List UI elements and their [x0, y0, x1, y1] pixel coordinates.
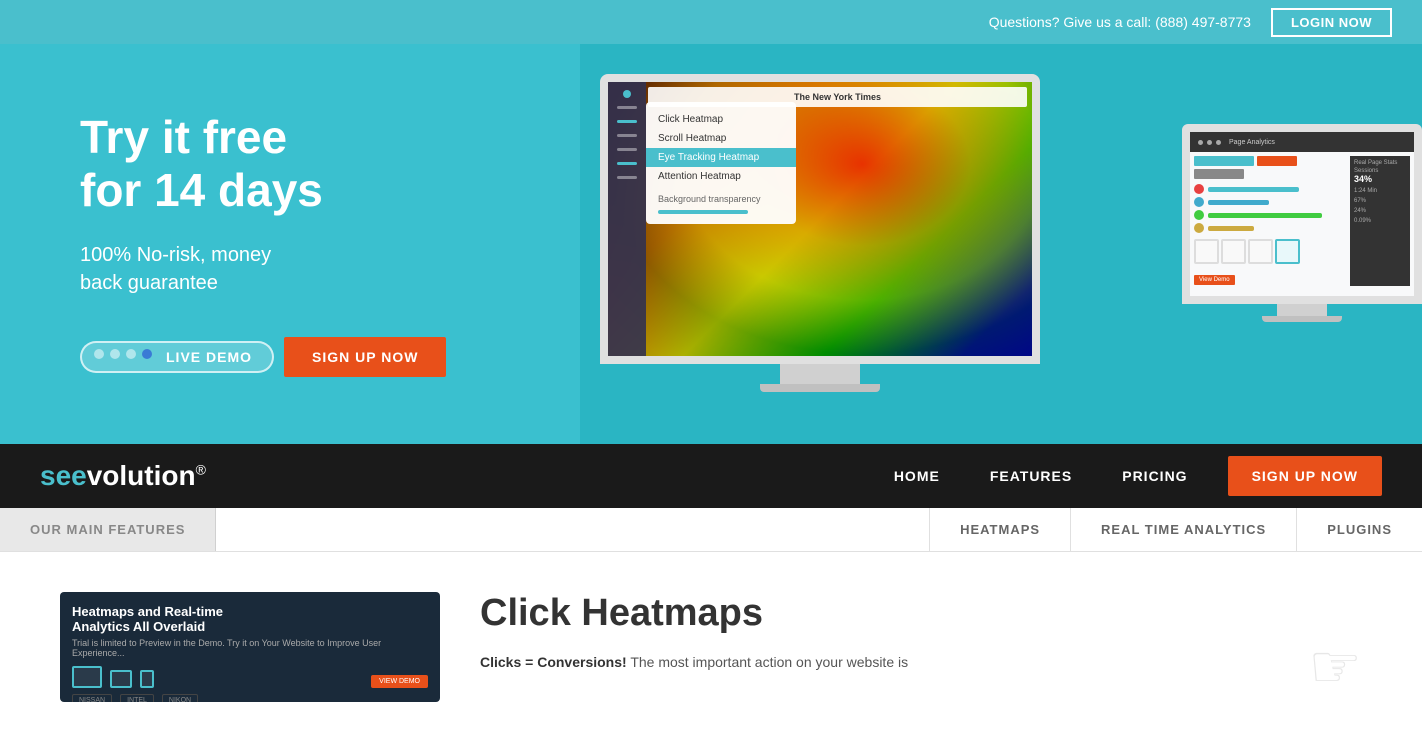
- live-demo-button[interactable]: LIVE DEMO: [158, 349, 260, 365]
- preview-devices: VIEW DEMO: [72, 666, 428, 688]
- heatmap-menu: Click Heatmap Scroll Heatmap Eye Trackin…: [646, 102, 796, 224]
- nav-links: HOME FEATURES PRICING: [894, 468, 1188, 484]
- monitor2-stand: [1277, 304, 1327, 316]
- logo-nissan: NISSAN: [72, 694, 112, 702]
- logo-see: see: [40, 460, 87, 491]
- section-desc-strong: Clicks = Conversions!: [480, 654, 627, 670]
- hero-signup-button[interactable]: SIGN UP NOW: [284, 337, 446, 377]
- cursor-area: ☞: [1308, 632, 1362, 702]
- tab-real-time-analytics[interactable]: REAL TIME ANALYTICS: [1070, 508, 1296, 551]
- hero-cta: LIVE DEMO SIGN UP NOW: [80, 337, 520, 377]
- nav-features[interactable]: FEATURES: [990, 468, 1072, 484]
- logo-brand3: NIKON: [162, 694, 198, 702]
- monitor-base: [760, 384, 880, 392]
- analytics-left-panel: View Demo: [1194, 156, 1346, 286]
- top-bar: Questions? Give us a call: (888) 497-877…: [0, 0, 1422, 44]
- preview-content: Heatmaps and Real-timeAnalytics All Over…: [60, 592, 440, 702]
- preview-subtitle: Trial is limited to Preview in the Demo.…: [72, 638, 428, 658]
- tab-plugins[interactable]: PLUGINS: [1296, 508, 1422, 551]
- logo-reg: ®: [196, 462, 206, 478]
- dot-1[interactable]: [94, 349, 104, 359]
- dot-2[interactable]: [110, 349, 120, 359]
- hero-subtitle: 100% No-risk, moneyback guarantee: [80, 241, 520, 297]
- monitor-frame: The New York Times Click Heatmap: [600, 74, 1040, 364]
- carousel-dots[interactable]: LIVE DEMO: [80, 341, 274, 373]
- preview-logos: NISSAN INTEL NIKON: [72, 694, 428, 702]
- analytics-content: View Demo Real Page Stats Sessions 34% 1…: [1190, 152, 1414, 290]
- content-area: Heatmaps and Real-timeAnalytics All Over…: [0, 552, 1422, 742]
- analytics-stats-panel: Real Page Stats Sessions 34% 1:24 Min 67…: [1350, 156, 1410, 286]
- eye-tracking-item[interactable]: Eye Tracking Heatmap: [646, 148, 796, 167]
- content-right: Click Heatmaps Clicks = Conversions! The…: [480, 592, 1268, 702]
- hero-title: Try it freefor 14 days: [80, 111, 520, 217]
- device-laptop: [72, 666, 102, 688]
- main-monitor: The New York Times Click Heatmap: [600, 74, 1040, 392]
- logo-volution: volution: [87, 460, 196, 491]
- dot-3[interactable]: [126, 349, 136, 359]
- hero-right: The New York Times Click Heatmap: [580, 44, 1422, 444]
- nav-pricing[interactable]: PRICING: [1122, 468, 1187, 484]
- tab-items: HEATMAPS REAL TIME ANALYTICS PLUGINS: [929, 508, 1422, 551]
- tab-heatmaps[interactable]: HEATMAPS: [929, 508, 1070, 551]
- monitor-screen: The New York Times Click Heatmap: [608, 82, 1032, 356]
- section-desc-text: The most important action on your websit…: [630, 654, 908, 670]
- scroll-heatmap-item[interactable]: Scroll Heatmap: [646, 129, 796, 148]
- preview-title: Heatmaps and Real-timeAnalytics All Over…: [72, 604, 428, 634]
- section-desc: Clicks = Conversions! The most important…: [480, 651, 1268, 673]
- cursor-icon: ☞: [1308, 632, 1362, 702]
- logo: seevolution®: [40, 460, 206, 492]
- nav-bar: seevolution® HOME FEATURES PRICING SIGN …: [0, 444, 1422, 508]
- content-left: Heatmaps and Real-timeAnalytics All Over…: [60, 592, 440, 702]
- section-title: Click Heatmaps: [480, 592, 1268, 635]
- view-demo-btn[interactable]: VIEW DEMO: [371, 675, 428, 688]
- attention-heatmap-item[interactable]: Attention Heatmap: [646, 167, 796, 186]
- features-section-label: OUR MAIN FEATURES: [0, 508, 216, 551]
- hero-left: Try it freefor 14 days 100% No-risk, mon…: [0, 44, 580, 444]
- nav-home[interactable]: HOME: [894, 468, 940, 484]
- logo-brand2: INTEL: [120, 694, 154, 702]
- nav-signup-button[interactable]: SIGN UP NOW: [1228, 456, 1382, 496]
- preview-box: Heatmaps and Real-timeAnalytics All Over…: [60, 592, 440, 702]
- secondary-monitor: Page Analytics: [1182, 124, 1422, 322]
- device-tablet: [110, 670, 132, 688]
- dot-4-active[interactable]: [142, 349, 152, 359]
- device-phone: [140, 670, 154, 688]
- monitor-stand: [780, 364, 860, 384]
- login-button[interactable]: LOGIN NOW: [1271, 8, 1392, 37]
- monitor2-screen: Page Analytics: [1190, 132, 1414, 296]
- monitor2-base: [1262, 316, 1342, 322]
- phone-text: Questions? Give us a call: (888) 497-877…: [989, 14, 1251, 30]
- analytics-header: Page Analytics: [1190, 132, 1414, 152]
- monitor-sidebar: [608, 82, 646, 356]
- hero-section: Try it freefor 14 days 100% No-risk, mon…: [0, 44, 1422, 444]
- monitor2-frame: Page Analytics: [1182, 124, 1422, 304]
- features-tabs: OUR MAIN FEATURES HEATMAPS REAL TIME ANA…: [0, 508, 1422, 552]
- click-heatmap-item[interactable]: Click Heatmap: [646, 110, 796, 129]
